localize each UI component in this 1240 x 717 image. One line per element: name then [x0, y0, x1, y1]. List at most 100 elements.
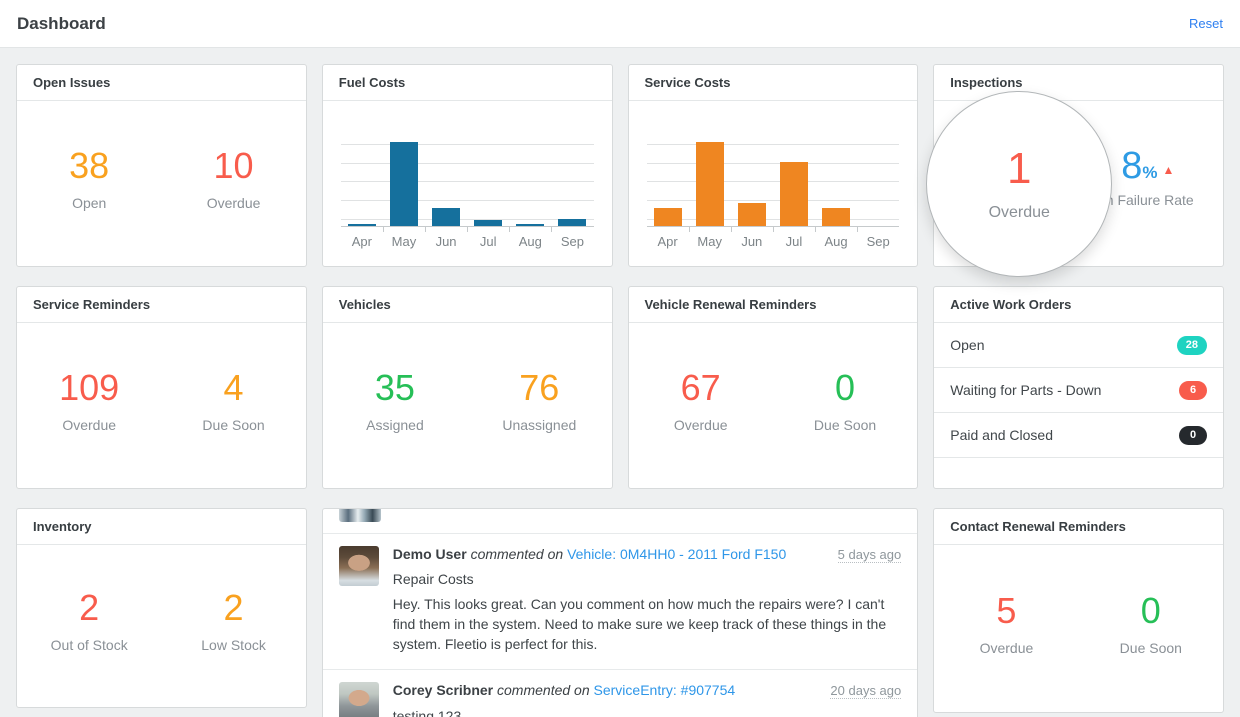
stat-value: 2 [161, 590, 305, 626]
stat-label: Assigned [323, 417, 467, 433]
comment-action: commented on [497, 682, 590, 698]
x-axis: AprMayJunJulAugSep [647, 234, 900, 249]
failure-rate-value: 8 [1121, 145, 1142, 187]
card-fuel-costs: Fuel Costs AprMayJunJulAugSep [322, 64, 613, 267]
gridline [647, 200, 900, 201]
gridline [341, 219, 594, 220]
work-order-row-open[interactable]: Open 28 [934, 323, 1223, 368]
stat-out-of-stock: 2 Out of Stock [17, 590, 161, 661]
card-vehicles: Vehicles 35 Assigned 76 Unassigned [322, 286, 613, 489]
bar-jul [780, 162, 808, 226]
axis-tick [815, 227, 816, 232]
axis-tick [383, 227, 384, 232]
gridline [647, 181, 900, 182]
card-title: Vehicle Renewal Reminders [629, 287, 918, 323]
card-open-issues: Open Issues 38 Open 10 Overdue [16, 64, 307, 267]
stat-label: Overdue [629, 417, 773, 433]
stat-value: 0 [773, 370, 917, 406]
x-tick-label: Aug [815, 234, 857, 249]
card-title: Active Work Orders [934, 287, 1223, 323]
stat-due-soon: 4 Due Soon [161, 370, 305, 441]
stat-label: Due Soon [1079, 640, 1223, 656]
count-badge: 28 [1177, 336, 1207, 355]
axis-tick [425, 227, 426, 232]
stat-value: 35 [323, 370, 467, 406]
avatar-corey-scribner [339, 682, 379, 717]
card-title: Service Reminders [17, 287, 306, 323]
card-title: Vehicles [323, 287, 612, 323]
axis-tick [509, 227, 510, 232]
stat-low-stock: 2 Low Stock [161, 590, 305, 661]
bar-jun [738, 203, 766, 226]
x-tick-label: May [383, 234, 425, 249]
service-costs-bar-chart: AprMayJunJulAugSep [629, 101, 918, 249]
card-inventory: Inventory 2 Out of Stock 2 Low Stock [16, 508, 307, 708]
count-badge: 0 [1179, 426, 1207, 445]
stat-value: 76 [467, 370, 611, 406]
avatar-demo-user [339, 546, 379, 586]
stat-label: Out of Stock [17, 637, 161, 653]
axis-tick [773, 227, 774, 232]
card-inspections: Inspections 8%▲ m Failure Rate 1 Overdue [933, 64, 1224, 267]
stat-value: 5 [934, 593, 1078, 629]
bar-jun [432, 208, 460, 226]
gridline [647, 219, 900, 220]
comment-subject-link[interactable]: Vehicle: 0M4HH0 - 2011 Ford F150 [567, 546, 786, 562]
comment-timestamp[interactable]: 5 days ago [838, 547, 902, 563]
comment-author: Corey Scribner [393, 682, 493, 698]
card-title: Contact Renewal Reminders [934, 509, 1223, 545]
card-comment-feed: Demo User commented on Vehicle: 0M4HH0 -… [322, 508, 919, 717]
card-active-work-orders: Active Work Orders Open 28 Waiting for P… [933, 286, 1224, 489]
stat-label: Overdue [161, 195, 305, 211]
overdue-inspections-label: Overdue [989, 204, 1050, 222]
stat-due-soon: 0 Due Soon [773, 370, 917, 441]
stat-label: Due Soon [773, 417, 917, 433]
stat-value: 0 [1079, 593, 1223, 629]
reset-link[interactable]: Reset [1189, 16, 1223, 31]
card-title: Fuel Costs [323, 65, 612, 101]
axis-tick [689, 227, 690, 232]
stat-label: Overdue [17, 417, 161, 433]
stat-due-soon: 0 Due Soon [1079, 593, 1223, 664]
gridline [341, 200, 594, 201]
bar-aug [822, 208, 850, 226]
comment-timestamp[interactable]: 20 days ago [830, 683, 901, 699]
stat-assigned: 35 Assigned [323, 370, 467, 441]
card-vehicle-renewal-reminders: Vehicle Renewal Reminders 67 Overdue 0 D… [628, 286, 919, 489]
card-service-costs: Service Costs AprMayJunJulAugSep [628, 64, 919, 267]
card-title: Service Costs [629, 65, 918, 101]
gridline [341, 181, 594, 182]
work-order-row-paid-closed[interactable]: Paid and Closed 0 [934, 413, 1223, 458]
gridline [647, 163, 900, 164]
work-order-row-waiting[interactable]: Waiting for Parts - Down 6 [934, 368, 1223, 413]
stat-overdue: 109 Overdue [17, 370, 161, 441]
bar-sep [558, 219, 586, 226]
dashboard-screen: Dashboard Reset Open Issues 38 Open 10 O… [0, 0, 1240, 717]
clipped-comment [323, 509, 918, 534]
overdue-inspections-value: 1 [1007, 147, 1031, 191]
top-bar: Dashboard Reset [0, 0, 1240, 48]
gridline [341, 144, 594, 145]
fuel-costs-bar-chart: AprMayJunJulAugSep [323, 101, 612, 249]
work-order-label: Open [950, 337, 984, 353]
x-tick-label: Jul [467, 234, 509, 249]
card-grid: Open Issues 38 Open 10 Overdue Fuel Cost… [0, 48, 1240, 717]
comment-action: commented on [471, 546, 564, 562]
stat-value: 38 [17, 148, 161, 184]
bar-may [390, 142, 418, 226]
x-tick-label: Aug [509, 234, 551, 249]
card-contact-renewal-reminders: Contact Renewal Reminders 5 Overdue 0 Du… [933, 508, 1224, 713]
comment-body: testing 123 [393, 706, 887, 717]
card-title: Inspections [934, 65, 1223, 101]
magnifier-circle: 1 Overdue [926, 91, 1112, 277]
comment-subject-link[interactable]: ServiceEntry: #907754 [594, 682, 736, 698]
partial-avatar [339, 509, 381, 522]
stat-value: 10 [161, 148, 305, 184]
gridline [647, 144, 900, 145]
comment-author: Demo User [393, 546, 467, 562]
card-title: Open Issues [17, 65, 306, 101]
x-tick-label: Jun [731, 234, 773, 249]
stat-value: 2 [17, 590, 161, 626]
comment-body: Hey. This looks great. Can you comment o… [393, 594, 887, 654]
stat-label: Due Soon [161, 417, 305, 433]
